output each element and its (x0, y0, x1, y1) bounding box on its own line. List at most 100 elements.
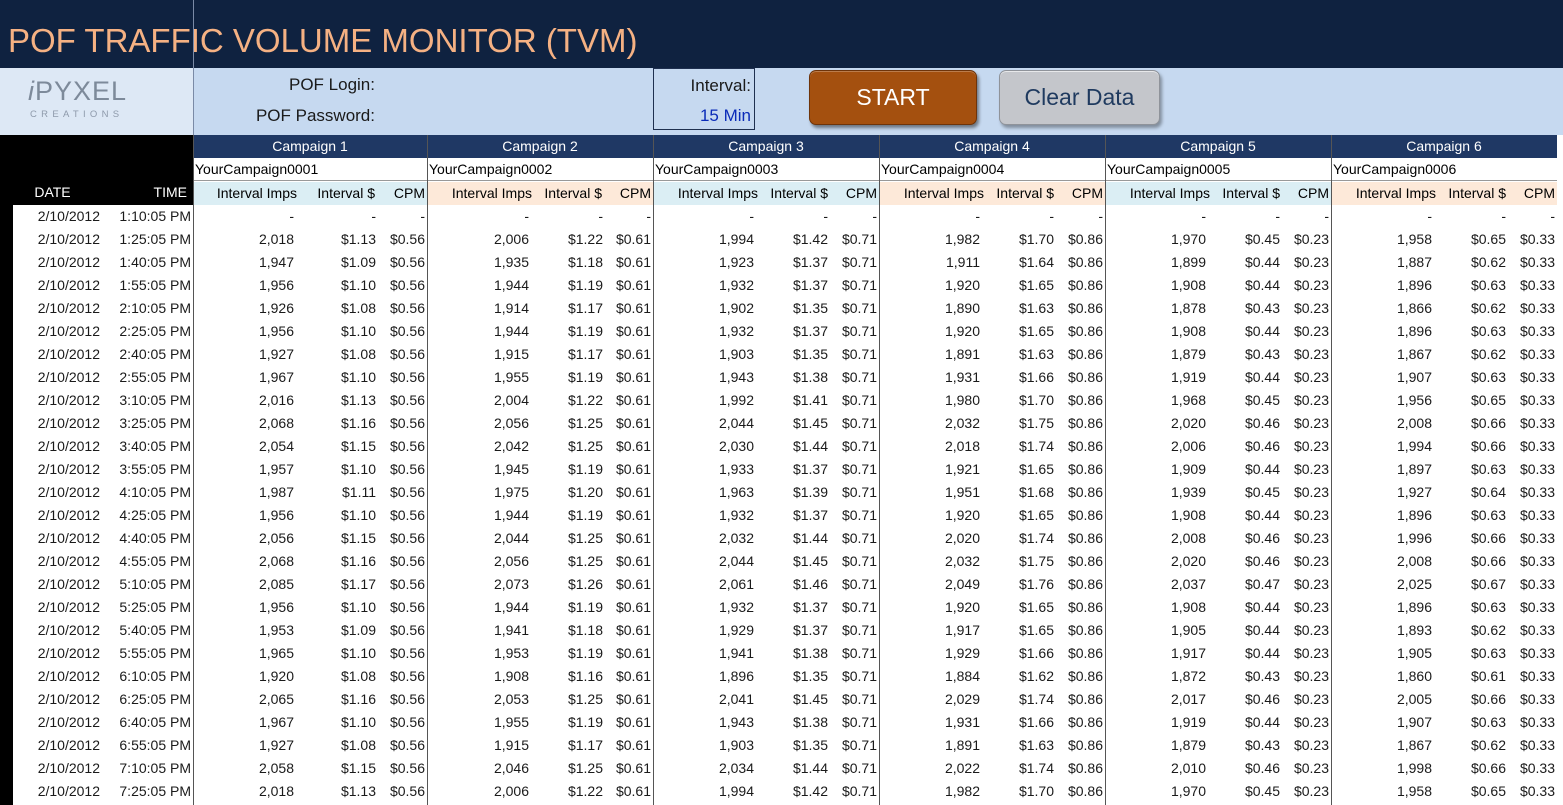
interval-dollars-cell[interactable]: $0.46 (1245, 550, 1280, 573)
interval-dollars-cell[interactable]: $1.19 (568, 320, 603, 343)
interval-imps-cell[interactable]: 1,887 (1397, 251, 1432, 274)
time-cell[interactable]: 3:40:05 PM (119, 435, 191, 458)
interval-dollars-cell[interactable]: $1.35 (793, 343, 828, 366)
time-cell[interactable]: 1:55:05 PM (119, 274, 191, 297)
cpm-cell[interactable]: $0.71 (842, 688, 877, 711)
interval-dollars-cell[interactable]: $1.25 (568, 527, 603, 550)
interval-imps-cell[interactable]: 1,920 (945, 320, 980, 343)
cpm-cell[interactable]: $0.86 (1068, 389, 1103, 412)
cpm-cell[interactable]: $0.56 (390, 228, 425, 251)
interval-imps-cell[interactable]: 1,955 (494, 366, 529, 389)
interval-dollars-cell[interactable]: $0.67 (1471, 573, 1506, 596)
cpm-cell[interactable]: $0.71 (842, 435, 877, 458)
cpm-cell[interactable]: $0.23 (1294, 504, 1329, 527)
interval-dollars-cell[interactable]: $1.37 (793, 251, 828, 274)
interval-imps-cell[interactable]: 1,970 (1171, 780, 1206, 803)
cpm-cell[interactable]: $0.61 (616, 642, 651, 665)
cpm-cell[interactable]: $0.23 (1294, 757, 1329, 780)
interval-dollars-cell[interactable]: $0.63 (1471, 504, 1506, 527)
clear-data-button[interactable]: Clear Data (999, 70, 1160, 125)
interval-imps-cell[interactable]: 1,879 (1171, 343, 1206, 366)
interval-imps-cell[interactable]: 1,932 (719, 596, 754, 619)
interval-imps-cell[interactable]: 1,923 (719, 251, 754, 274)
interval-dollars-cell[interactable]: $1.16 (341, 412, 376, 435)
interval-imps-cell[interactable]: 2,049 (945, 573, 980, 596)
interval-imps-cell[interactable]: 1,897 (1397, 458, 1432, 481)
time-cell[interactable]: 4:40:05 PM (119, 527, 191, 550)
date-cell[interactable]: 2/10/2012 (38, 228, 100, 251)
interval-imps-cell[interactable]: 2,037 (1171, 573, 1206, 596)
cpm-cell[interactable]: $0.86 (1068, 343, 1103, 366)
interval-imps-cell[interactable]: 1,907 (1397, 366, 1432, 389)
interval-dollars-cell[interactable]: $1.25 (568, 435, 603, 458)
interval-dollars-cell[interactable]: $1.44 (793, 757, 828, 780)
cpm-cell[interactable]: $0.23 (1294, 527, 1329, 550)
interval-imps-cell[interactable]: 1,941 (719, 642, 754, 665)
cpm-cell[interactable]: $0.23 (1294, 297, 1329, 320)
cpm-cell[interactable]: $0.56 (390, 619, 425, 642)
cpm-cell[interactable]: $0.71 (842, 274, 877, 297)
interval-dollars-cell[interactable]: $0.44 (1245, 251, 1280, 274)
time-cell[interactable]: 3:55:05 PM (119, 458, 191, 481)
cpm-cell[interactable]: $0.71 (842, 734, 877, 757)
cpm-cell[interactable]: $0.33 (1520, 435, 1555, 458)
interval-imps-cell[interactable]: 2,061 (719, 573, 754, 596)
interval-dollars-cell[interactable]: $0.44 (1245, 711, 1280, 734)
interval-imps-cell[interactable]: 2,008 (1171, 527, 1206, 550)
cpm-cell[interactable]: $0.71 (842, 343, 877, 366)
interval-dollars-cell[interactable]: $1.74 (1019, 757, 1054, 780)
date-cell[interactable]: 2/10/2012 (38, 688, 100, 711)
interval-imps-cell[interactable]: 2,046 (494, 757, 529, 780)
interval-imps-cell[interactable]: 2,004 (494, 389, 529, 412)
interval-imps-cell[interactable]: 1,903 (719, 734, 754, 757)
cpm-cell[interactable]: $0.56 (390, 734, 425, 757)
cpm-cell[interactable]: - (646, 205, 651, 228)
time-cell[interactable]: 4:55:05 PM (119, 550, 191, 573)
interval-imps-cell[interactable]: 1,935 (494, 251, 529, 274)
time-cell[interactable]: 2:55:05 PM (119, 366, 191, 389)
interval-imps-cell[interactable]: - (975, 205, 980, 228)
interval-dollars-cell[interactable]: $1.09 (341, 251, 376, 274)
interval-dollars-cell[interactable]: $1.10 (341, 320, 376, 343)
interval-imps-cell[interactable]: 1,891 (945, 734, 980, 757)
cpm-cell[interactable]: $0.56 (390, 573, 425, 596)
interval-imps-cell[interactable]: 1,914 (494, 297, 529, 320)
interval-imps-cell[interactable]: 1,908 (1171, 274, 1206, 297)
interval-imps-cell[interactable]: 2,018 (259, 228, 294, 251)
cpm-cell[interactable]: $0.71 (842, 389, 877, 412)
interval-imps-cell[interactable]: 1,947 (259, 251, 294, 274)
date-cell[interactable]: 2/10/2012 (38, 734, 100, 757)
interval-imps-cell[interactable]: 1,941 (494, 619, 529, 642)
cpm-cell[interactable]: $0.23 (1294, 320, 1329, 343)
interval-imps-cell[interactable]: 1,994 (719, 780, 754, 803)
interval-dollars-cell[interactable]: $0.47 (1245, 573, 1280, 596)
cpm-cell[interactable]: $0.61 (616, 596, 651, 619)
date-cell[interactable]: 2/10/2012 (38, 757, 100, 780)
interval-dollars-cell[interactable]: $1.70 (1019, 228, 1054, 251)
interval-imps-cell[interactable]: 2,032 (945, 550, 980, 573)
cpm-cell[interactable]: $0.33 (1520, 504, 1555, 527)
cpm-cell[interactable]: $0.56 (390, 389, 425, 412)
interval-imps-cell[interactable]: 1,884 (945, 665, 980, 688)
cpm-cell[interactable]: $0.86 (1068, 320, 1103, 343)
time-cell[interactable]: 6:55:05 PM (119, 734, 191, 757)
interval-imps-cell[interactable]: 1,917 (945, 619, 980, 642)
interval-dollars-cell[interactable]: $1.35 (793, 734, 828, 757)
cpm-cell[interactable]: $0.23 (1294, 550, 1329, 573)
interval-imps-cell[interactable]: 1,998 (1397, 757, 1432, 780)
interval-dollars-cell[interactable]: $1.10 (341, 366, 376, 389)
cpm-cell[interactable]: $0.23 (1294, 366, 1329, 389)
interval-dollars-cell[interactable]: $0.61 (1471, 665, 1506, 688)
cpm-cell[interactable]: $0.56 (390, 435, 425, 458)
cpm-cell[interactable]: $0.71 (842, 573, 877, 596)
interval-dollars-cell[interactable]: $1.15 (341, 757, 376, 780)
interval-dollars-cell[interactable]: $0.44 (1245, 596, 1280, 619)
time-cell[interactable]: 5:55:05 PM (119, 642, 191, 665)
interval-dollars-cell[interactable]: $1.08 (341, 734, 376, 757)
cpm-cell[interactable]: $0.86 (1068, 688, 1103, 711)
interval-imps-cell[interactable]: 1,956 (1397, 389, 1432, 412)
cpm-cell[interactable]: $0.33 (1520, 320, 1555, 343)
interval-imps-cell[interactable]: 2,020 (1171, 550, 1206, 573)
interval-imps-cell[interactable]: 1,915 (494, 343, 529, 366)
interval-dollars-cell[interactable]: $1.64 (1019, 251, 1054, 274)
